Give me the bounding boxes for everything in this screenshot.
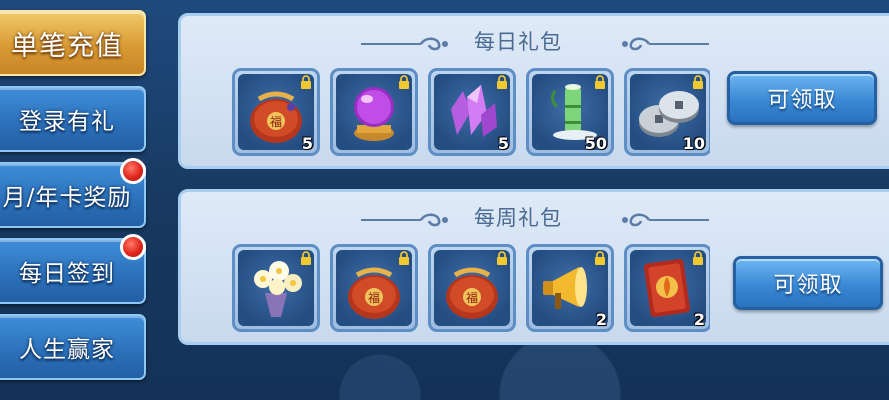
reward-slot[interactable]: 5 [428, 68, 516, 156]
reward-slot[interactable] [232, 244, 320, 332]
item-quantity: 2 [595, 310, 607, 329]
lock-icon [301, 75, 311, 89]
reward-slot[interactable]: 2 [624, 244, 710, 332]
panel-title: 每日礼包 [474, 30, 562, 54]
tab-label: 每日签到 [19, 261, 115, 287]
lock-icon [497, 75, 507, 89]
button-label: 可领取 [767, 88, 837, 113]
lock-icon [497, 251, 507, 265]
tab-life-winner[interactable]: 人生赢家 [0, 314, 146, 380]
svg-text:福: 福 [466, 290, 478, 305]
daily-pack-panel: 每日礼包 福 5 5 50 10 可领取 [178, 13, 889, 169]
reward-slot[interactable]: 福 5 [232, 68, 320, 156]
weekly-pack-panel: 每周礼包 福 福 2 2 可领取 [178, 189, 889, 345]
item-quantity: 5 [301, 134, 313, 153]
reward-slot[interactable]: 50 [526, 68, 614, 156]
tab-daily-checkin[interactable]: 每日签到 [0, 234, 146, 304]
tab-label: 登录有礼 [19, 109, 115, 135]
tab-single-recharge[interactable]: 单笔充值 [0, 10, 146, 76]
item-quantity: 50 [584, 134, 607, 153]
item-quantity: 2 [693, 310, 705, 329]
tab-label: 单笔充值 [11, 30, 123, 62]
reward-slot[interactable]: 10 [624, 68, 710, 156]
item-list: 福 福 2 2 [232, 244, 710, 336]
item-list: 福 5 5 50 10 [232, 68, 710, 160]
item-quantity: 10 [682, 134, 705, 153]
button-label: 可领取 [773, 273, 843, 298]
svg-text:福: 福 [368, 290, 380, 305]
lock-icon [595, 251, 605, 265]
svg-text:福: 福 [270, 114, 282, 129]
reward-slot[interactable]: 2 [526, 244, 614, 332]
swirl-ornament-icon [622, 37, 709, 51]
swirl-ornament-icon [622, 213, 709, 227]
lock-icon [399, 251, 409, 265]
lock-icon [693, 251, 703, 265]
tab-label: 人生赢家 [19, 337, 115, 363]
lock-icon [301, 251, 311, 265]
notification-badge [120, 234, 146, 260]
notification-badge [120, 158, 146, 184]
claim-daily-button[interactable]: 可领取 [727, 71, 877, 125]
tab-label: 月/年卡奖励 [2, 185, 132, 211]
lock-icon [595, 75, 605, 89]
reward-slot[interactable]: 福 [428, 244, 516, 332]
panel-title: 每周礼包 [474, 206, 562, 230]
tab-card-reward[interactable]: 月/年卡奖励 [0, 158, 146, 228]
tab-login-gift[interactable]: 登录有礼 [0, 86, 146, 152]
lock-icon [399, 75, 409, 89]
reward-slot[interactable]: 福 [330, 244, 418, 332]
claim-weekly-button[interactable]: 可领取 [733, 256, 883, 310]
item-quantity: 5 [497, 134, 509, 153]
lock-icon [693, 75, 703, 89]
reward-slot[interactable] [330, 68, 418, 156]
